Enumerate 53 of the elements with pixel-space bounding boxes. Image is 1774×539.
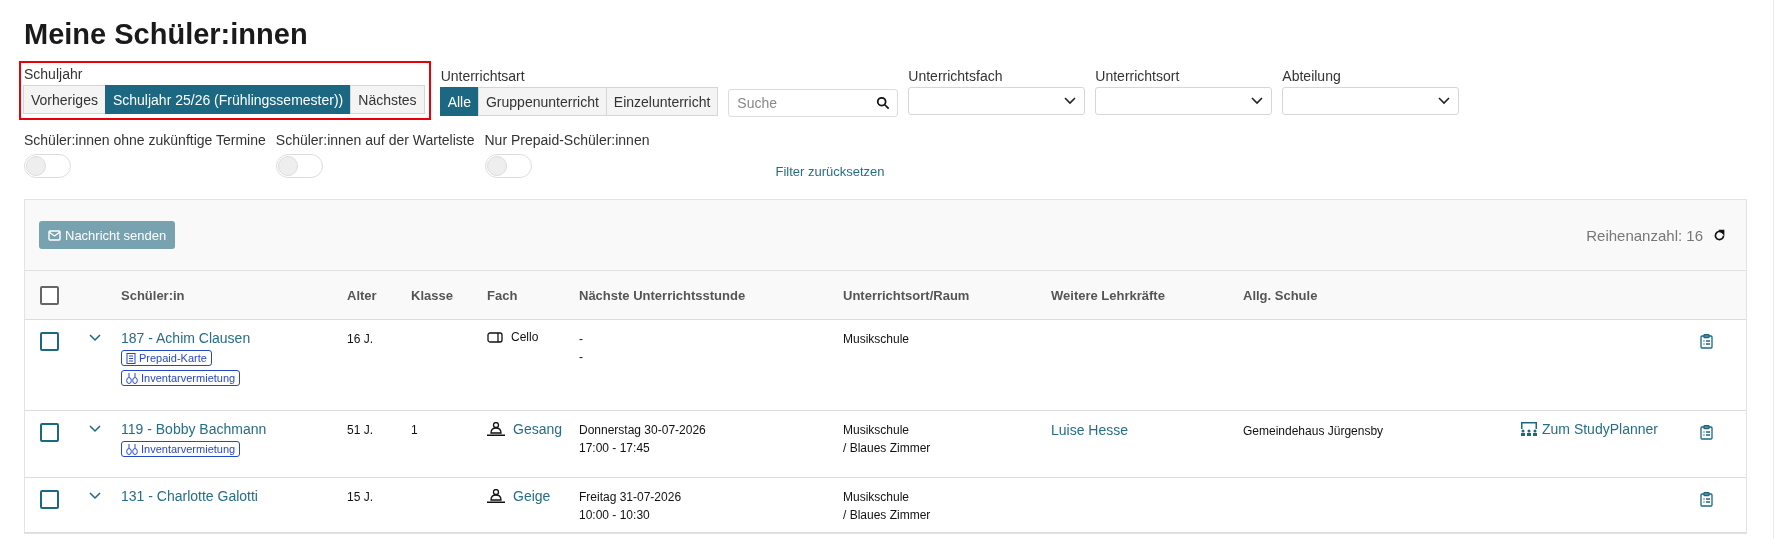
row-count: Reihenanzahl: 16 bbox=[1586, 226, 1703, 244]
tag-badge: Prepaid-Karte bbox=[121, 350, 212, 366]
column-header: Unterrichtsort/Raum bbox=[843, 287, 971, 303]
filter-label: Unterrichtsort bbox=[1095, 68, 1181, 84]
lesson-type-button[interactable]: Alle bbox=[439, 87, 479, 116]
column-header: Alter bbox=[347, 287, 378, 303]
school-cell: Gemeindehaus Jürgensby bbox=[1243, 424, 1384, 438]
location-cell-text: Musikschule bbox=[843, 422, 910, 439]
toggle-label: Schüler:innen ohne zukünftige Termine bbox=[24, 132, 266, 148]
tag-badge: Inventarvermietung bbox=[121, 441, 241, 457]
student-link[interactable]: 187 - Achim Clausen bbox=[121, 330, 251, 346]
age-cell-text: 15 J. bbox=[347, 489, 374, 506]
lesson-cell-text: 10:00 - 10:30 bbox=[579, 507, 650, 524]
column-header: Klasse bbox=[411, 287, 454, 303]
search-field[interactable]: Suche bbox=[728, 89, 899, 117]
column-header: Fach bbox=[487, 287, 519, 303]
subject-link[interactable]: Gesang bbox=[487, 421, 579, 437]
class-cell-text: 1 bbox=[411, 422, 419, 439]
toggle-label: Nur Prepaid-Schüler:innen bbox=[484, 132, 650, 148]
lesson-cell-text: Donnerstag 30-07-2026 bbox=[579, 422, 706, 439]
tag-badge: Inventarvermietung bbox=[121, 370, 241, 386]
lesson-cell-text: 17:00 - 17:45 bbox=[579, 440, 650, 457]
student-link[interactable]: 131 - Charlotte Galotti bbox=[121, 488, 258, 504]
location-cell-text: / Blaues Zimmer bbox=[843, 507, 931, 524]
filter-label: Abteilung bbox=[1282, 68, 1342, 84]
teacher-link[interactable]: Luise Hesse bbox=[1051, 422, 1129, 438]
column-header: Weitere Lehrkräfte bbox=[1051, 287, 1166, 303]
page-title: Meine Schüler:innen bbox=[24, 18, 309, 51]
student-link[interactable]: 119 - Bobby Bachmann bbox=[121, 421, 267, 437]
toggle-label: Schüler:innen auf der Warteliste bbox=[275, 132, 475, 148]
column-header: Nächste Unterrichtsstunde bbox=[579, 287, 747, 303]
location-cell-text: Musikschule bbox=[843, 331, 910, 348]
lesson-cell-text: Freitag 31-07-2026 bbox=[579, 489, 682, 506]
school-year-button[interactable]: Nächstes bbox=[350, 85, 425, 114]
filter-label: Unterrichtsart bbox=[440, 68, 526, 84]
subject-link[interactable]: Geige bbox=[487, 488, 579, 504]
column-header: Schüler:in bbox=[121, 287, 186, 303]
study-planner-link[interactable]: Zum StudyPlanner bbox=[1520, 421, 1700, 437]
location-cell-text: / Blaues Zimmer bbox=[843, 440, 931, 457]
school-year-button[interactable]: Vorheriges bbox=[23, 85, 106, 114]
subject-cell: Cello bbox=[487, 330, 579, 344]
school-year-button[interactable]: Schuljahr 25/26 (Frühlingssemester)) bbox=[104, 85, 352, 114]
lesson-cell-text: - bbox=[579, 331, 583, 348]
reset-filter-link[interactable]: Filter zurücksetzen bbox=[775, 164, 885, 179]
filter-label: Schuljahr bbox=[24, 66, 84, 82]
lesson-type-button[interactable]: Gruppenunterricht bbox=[478, 87, 607, 116]
age-cell-text: 16 J. bbox=[347, 331, 374, 348]
location-cell-text: Musikschule bbox=[843, 489, 910, 506]
lesson-type-button[interactable]: Einzelunterricht bbox=[605, 87, 719, 116]
column-header: Allg. Schule bbox=[1243, 287, 1319, 303]
lesson-cell-text: - bbox=[579, 349, 583, 366]
filter-label: Unterrichtsfach bbox=[908, 68, 1004, 84]
age-cell-text: 51 J. bbox=[347, 422, 374, 439]
